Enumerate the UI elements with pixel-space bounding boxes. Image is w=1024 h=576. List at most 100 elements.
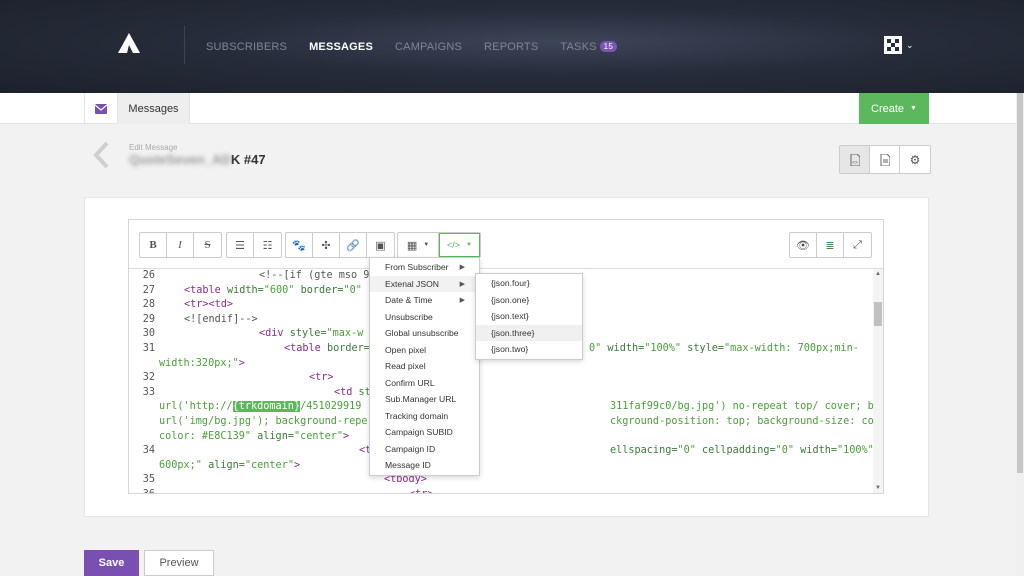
- submenu-item-json-one[interactable]: {json.one}: [476, 292, 582, 309]
- code-dropdown-button[interactable]: </> ▼: [439, 233, 480, 257]
- insert-group: 🐾 ✣ 🔗 ▣: [285, 232, 395, 258]
- caret-down-icon: ▼: [423, 242, 430, 248]
- menu-item-global-unsubscribe[interactable]: Global unsubscribe: [370, 325, 479, 342]
- preview-button[interactable]: Preview: [144, 550, 214, 576]
- menu-item-campaign-id[interactable]: Campaign ID: [370, 441, 479, 458]
- scroll-down-icon[interactable]: ▼: [875, 485, 881, 491]
- menu-item-read-pixel[interactable]: Read pixel: [370, 358, 479, 375]
- table-icon: ▦: [406, 239, 418, 252]
- menu-item-sub-manager-url[interactable]: Sub.Manager URL: [370, 391, 479, 408]
- nav-item-campaigns[interactable]: CAMPAIGNS: [395, 41, 462, 53]
- line-number: 28: [142, 299, 155, 311]
- line-number: 27: [142, 284, 155, 296]
- menu-item-campaign-subid[interactable]: Campaign SUBID: [370, 424, 479, 441]
- table-code-group: ▦ ▼ </> ▼: [397, 232, 481, 258]
- code-line: url('http://{trkdomain}/451029919: [159, 401, 362, 413]
- settings-button[interactable]: ⚙: [900, 146, 930, 173]
- menu-item-open-pixel[interactable]: Open pixel: [370, 342, 479, 359]
- paw-button[interactable]: 🐾: [286, 233, 313, 257]
- nav-item-tasks[interactable]: TASKS 15: [560, 41, 617, 53]
- numbered-list-button[interactable]: ☷: [254, 233, 281, 257]
- line-number: 29: [142, 313, 155, 325]
- caret-down-icon: ▼: [910, 105, 917, 112]
- eye-icon: 👁: [796, 239, 810, 252]
- submenu-item-json-text[interactable]: {json.text}: [476, 308, 582, 325]
- nav-item-reports[interactable]: REPORTS: [484, 41, 538, 53]
- format-icon: ≣: [825, 239, 835, 252]
- page-scrollbar[interactable]: [1016, 93, 1024, 576]
- create-button-label: Create: [871, 102, 905, 115]
- brand-logo[interactable]: [118, 33, 140, 53]
- create-button[interactable]: Create ▼: [859, 93, 929, 124]
- menu-item-label: Extenal JSON: [385, 278, 439, 289]
- code-line: <tr><td>: [184, 299, 234, 311]
- bold-button[interactable]: B: [140, 233, 167, 257]
- code-file-icon: <>: [850, 153, 860, 166]
- format-code-button[interactable]: ≣: [817, 233, 844, 257]
- line-number: 31: [142, 343, 155, 354]
- menu-item-confirm-url[interactable]: Confirm URL: [370, 375, 479, 392]
- fullscreen-button[interactable]: ⤢: [844, 233, 871, 257]
- preview-eye-button[interactable]: 👁: [790, 233, 817, 257]
- line-number: 26: [142, 270, 155, 281]
- strikethrough-button[interactable]: S: [194, 233, 221, 257]
- nav-item-tasks-label: TASKS: [560, 41, 597, 53]
- gear-icon: ⚙: [909, 152, 921, 167]
- nav-divider: [184, 26, 185, 64]
- text-view-button[interactable]: [870, 146, 900, 173]
- menu-item-date-time[interactable]: Date & Time ▶: [370, 292, 479, 309]
- submenu-item-json-two[interactable]: {json.two}: [476, 341, 582, 358]
- nav-item-messages[interactable]: MESSAGES: [309, 41, 373, 53]
- code-line: <![endif]-->: [184, 313, 258, 325]
- menu-item-from-subscriber[interactable]: From Subscriber ▶: [370, 259, 479, 276]
- scrollbar-thumb[interactable]: [874, 302, 882, 326]
- save-button[interactable]: Save: [84, 550, 139, 576]
- caret-down-icon: ▼: [466, 242, 472, 248]
- table-dropdown-button[interactable]: ▦ ▼: [398, 233, 439, 257]
- page-title: QuoteSeven_ADK #47: [129, 152, 266, 167]
- back-chevron-icon[interactable]: [92, 140, 110, 170]
- nav-item-subscribers[interactable]: SUBSCRIBERS: [206, 41, 287, 53]
- submenu-item-json-four[interactable]: {json.four}: [476, 275, 582, 292]
- chevron-down-icon[interactable]: ⌄: [906, 40, 914, 51]
- menu-item-external-json[interactable]: Extenal JSON ▶: [370, 275, 479, 292]
- html-view-button[interactable]: <>: [840, 146, 870, 173]
- code-line: 600px;" align="center">: [159, 459, 301, 471]
- bullet-list-button[interactable]: ☰: [227, 233, 254, 257]
- puzzle-button[interactable]: ✣: [313, 233, 340, 257]
- italic-button[interactable]: I: [167, 233, 194, 257]
- link-button[interactable]: 🔗: [340, 233, 367, 257]
- line-number: 32: [142, 372, 155, 384]
- page-scrollbar-thumb[interactable]: [1017, 93, 1023, 473]
- image-button[interactable]: ▣: [367, 233, 394, 257]
- menu-item-label: Date & Time: [385, 295, 433, 306]
- format-group: B I S: [139, 232, 222, 258]
- submenu-item-json-three[interactable]: {json.three}: [476, 324, 582, 341]
- tasks-count-badge: 15: [599, 41, 617, 52]
- line-number: 34: [142, 445, 155, 457]
- code-line: color: #E8C139" align="center">: [159, 430, 350, 442]
- main-nav: SUBSCRIBERS MESSAGES CAMPAIGNS REPORTS T…: [206, 41, 639, 53]
- menu-item-tracking-domain[interactable]: Tracking domain: [370, 408, 479, 425]
- code-line: <!--[if (gte mso 9: [259, 270, 370, 281]
- menu-item-message-id[interactable]: Message ID: [370, 457, 479, 474]
- code-line: width:320px;">: [159, 357, 245, 369]
- menu-item-unsubscribe[interactable]: Unsubscribe: [370, 309, 479, 326]
- code-line: <td st: [334, 386, 371, 398]
- bullet-list-icon: ☰: [235, 239, 245, 252]
- code-scrollbar[interactable]: ▲ ▼: [873, 269, 883, 493]
- image-icon: ▣: [375, 239, 386, 252]
- user-avatar-icon[interactable]: [884, 36, 902, 54]
- caret-right-icon: ▶: [459, 297, 465, 305]
- code-line: <div style="max-w: [259, 328, 364, 340]
- envelope-icon: [95, 103, 107, 114]
- code-line: ellspacing="0" cellpadding="0" width="10…: [610, 445, 873, 457]
- link-icon: 🔗: [346, 239, 360, 252]
- view-tools-group: 👁 ≣ ⤢: [789, 232, 872, 258]
- line-number: 33: [142, 386, 155, 398]
- tab-messages[interactable]: Messages: [118, 93, 190, 124]
- code-line: <tr>: [409, 488, 434, 493]
- page-title-suffix: K #47: [230, 152, 266, 167]
- scroll-up-icon[interactable]: ▲: [875, 271, 881, 277]
- menu-item-label: From Subscriber: [385, 262, 449, 273]
